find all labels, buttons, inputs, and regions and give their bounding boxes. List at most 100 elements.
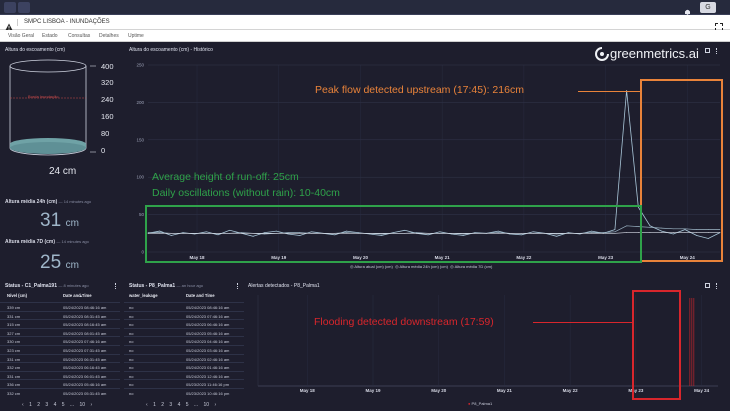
alerts-x-tick-label: May 19: [365, 388, 381, 393]
kebab-menu-icon[interactable]: [716, 48, 718, 54]
table-row[interactable]: 332 cm 05/24/2023 05:31:45 am: [0, 388, 120, 396]
table2-header-leakage[interactable]: water_leakage: [129, 293, 158, 298]
table2-cell: 05/24/2023 06:46:16 am: [186, 322, 230, 328]
page-title: SMPC LISBOA - INUNDAÇÕES: [24, 19, 110, 25]
legend-current[interactable]: Altura atual (cm) (cm): [354, 264, 392, 269]
flood-highlight-box: [632, 290, 681, 400]
table1-cell: 331 cm: [7, 373, 21, 379]
alerts-calendar-icon[interactable]: [705, 283, 710, 288]
table-row[interactable]: 336 cm 05/24/2023 05:46:16 am: [0, 379, 120, 387]
table2-cell: no: [129, 382, 134, 388]
table-row[interactable]: 323 cm 05/24/2023 07:31:45 am: [0, 345, 120, 353]
calendar-icon[interactable]: [705, 48, 710, 53]
table2-cell: no: [129, 305, 134, 310]
table1-cell: 323 cm: [7, 348, 21, 353]
table-row[interactable]: no 05/24/2023 03:46:16 am: [124, 345, 244, 353]
table2-cell: no: [129, 330, 134, 336]
table-row[interactable]: 331 cm 05/24/2023 08:31:45 am: [0, 310, 120, 319]
tab-visao-geral[interactable]: Visão Geral: [8, 33, 34, 39]
user-label: G: [705, 4, 711, 11]
table2-cell: 05/24/2023 07:46:16 am: [186, 313, 230, 319]
gauge-panel-title: Altura do escoamento (cm): [5, 47, 66, 53]
gauge-tick-400: 400: [101, 62, 114, 71]
avg7d-display: 25 cm: [40, 252, 79, 274]
table1-cell: 05/24/2023 08:16:45 am: [63, 322, 107, 328]
table1-menu-icon[interactable]: [115, 283, 117, 289]
table1-cell: 336 cm: [7, 382, 21, 388]
table-row[interactable]: 315 cm 05/24/2023 08:16:45 am: [0, 319, 120, 327]
table2-cell: no: [129, 365, 134, 371]
gauge-tick-160: 160: [101, 112, 114, 121]
table2-cell: no: [129, 339, 134, 345]
tab-consultas[interactable]: Consultas: [68, 33, 90, 39]
table-row[interactable]: 332 cm 05/24/2023 06:16:45 am: [0, 362, 120, 370]
table-row[interactable]: no 05/24/2023 04:46:16 am: [124, 336, 244, 344]
alerts-legend-icon: ●: [468, 401, 471, 406]
y-tick-label: 50: [139, 212, 145, 217]
alerts-legend[interactable]: ● P8_Palma1: [468, 401, 492, 406]
tab-detalhes[interactable]: Detalhes: [99, 33, 119, 39]
table1-cell: 05/24/2023 06:16:45 am: [63, 365, 107, 371]
legend-avg24[interactable]: Altura média 24h (cm) (cm): [399, 264, 447, 269]
bell-icon[interactable]: [684, 3, 690, 16]
table-row[interactable]: no 05/23/2023 10:46:16 pm: [124, 388, 244, 396]
table-row[interactable]: no 05/24/2023 02:46:16 am: [124, 353, 244, 362]
oscillation-annotation: Daily oscillations (without rain): 10-40…: [152, 187, 340, 199]
table2-menu-icon[interactable]: [237, 283, 239, 289]
table2-pagination[interactable]: ‹ 1 2 3 4 5 ... 10 ›: [146, 402, 216, 408]
table2-header-date[interactable]: Date and Time: [186, 293, 215, 298]
table1-cell: 331 cm: [7, 356, 21, 362]
peak-annotation: Peak flow detected upstream (17:45): 216…: [315, 84, 524, 96]
sort-icon: ▴: [80, 293, 83, 298]
y-tick-label: 250: [136, 63, 144, 68]
table-row[interactable]: no 05/24/2023 08:46:16 am: [124, 302, 244, 310]
legend-avg7d[interactable]: Altura média 7D (cm): [455, 264, 493, 269]
top-navbar: G: [0, 0, 730, 16]
table-row[interactable]: 330 cm 05/24/2023 07:46:16 am: [0, 336, 120, 344]
table-row[interactable]: no 05/24/2023 01:46:16 am: [124, 362, 244, 370]
menu-icon[interactable]: [4, 2, 16, 13]
table-row[interactable]: no 05/23/2023 11:46:16 pm: [124, 379, 244, 387]
alerts-x-tick-label: May 24: [694, 388, 710, 393]
peak-annotation-line: [578, 91, 641, 92]
table2-cell: 05/23/2023 11:46:16 pm: [186, 382, 230, 388]
alerts-chart-title: Alertas detectados - P8_Palma1: [248, 283, 320, 289]
table-row[interactable]: no 05/24/2023 07:46:16 am: [124, 310, 244, 319]
table1-cell: 05/24/2023 06:01:45 am: [63, 373, 107, 379]
table1-cell: 315 cm: [7, 322, 21, 328]
alerts-menu-icon[interactable]: [716, 283, 718, 289]
table1-header-date[interactable]: Date and Time: [63, 293, 92, 298]
table2-cell: no: [129, 348, 134, 353]
table1-pagination[interactable]: ‹ 1 2 3 4 5 ... 10 ›: [22, 402, 92, 408]
legend-current-icon: ◎: [350, 264, 354, 269]
table1-cell: 05/24/2023 08:31:45 am: [63, 313, 107, 319]
table-row[interactable]: no 05/24/2023 05:46:16 am: [124, 327, 244, 336]
table1-header-level[interactable]: Nível (cm): [7, 293, 27, 298]
table2-cell: no: [129, 373, 134, 379]
user-menu-button[interactable]: G: [700, 2, 716, 13]
table-row[interactable]: 331 cm 05/24/2023 06:31:45 am: [0, 353, 120, 362]
flood-annotation-line: [533, 322, 633, 323]
title-divider: [17, 19, 18, 26]
table2-cell: no: [129, 322, 134, 328]
tab-estado[interactable]: Estado: [42, 33, 58, 39]
table-row[interactable]: no 05/24/2023 12:46:16 am: [124, 370, 244, 379]
tab-uptime[interactable]: Uptime: [128, 33, 144, 39]
table1-cell: 330 cm: [7, 339, 21, 345]
table-row[interactable]: 327 cm 05/24/2023 08:01:45 am: [0, 327, 120, 336]
table1-cell: 331 cm: [7, 313, 21, 319]
table-row[interactable]: 331 cm 05/24/2023 06:01:45 am: [0, 370, 120, 379]
gauge-tick-0: 0: [101, 146, 106, 155]
alerts-x-tick-label: May 22: [563, 388, 579, 393]
table2-cell: no: [129, 391, 134, 396]
alerts-x-tick-label: May 21: [497, 388, 513, 393]
flood-border-label: Borda Inundação: [28, 94, 59, 99]
alerts-x-tick-label: May 20: [431, 388, 447, 393]
table2-cell: 05/24/2023 03:46:16 am: [186, 348, 230, 353]
table1-cell: 339 cm: [7, 305, 21, 310]
y-tick-label: 200: [136, 100, 144, 105]
table-row[interactable]: no 05/24/2023 06:46:16 am: [124, 319, 244, 327]
table2: water_leakage Date and Time no 05/24/2023…: [124, 291, 244, 399]
table-row[interactable]: 339 cm 05/24/2023 08:46:16 am: [0, 302, 120, 310]
app-logo-icon[interactable]: [18, 2, 30, 13]
